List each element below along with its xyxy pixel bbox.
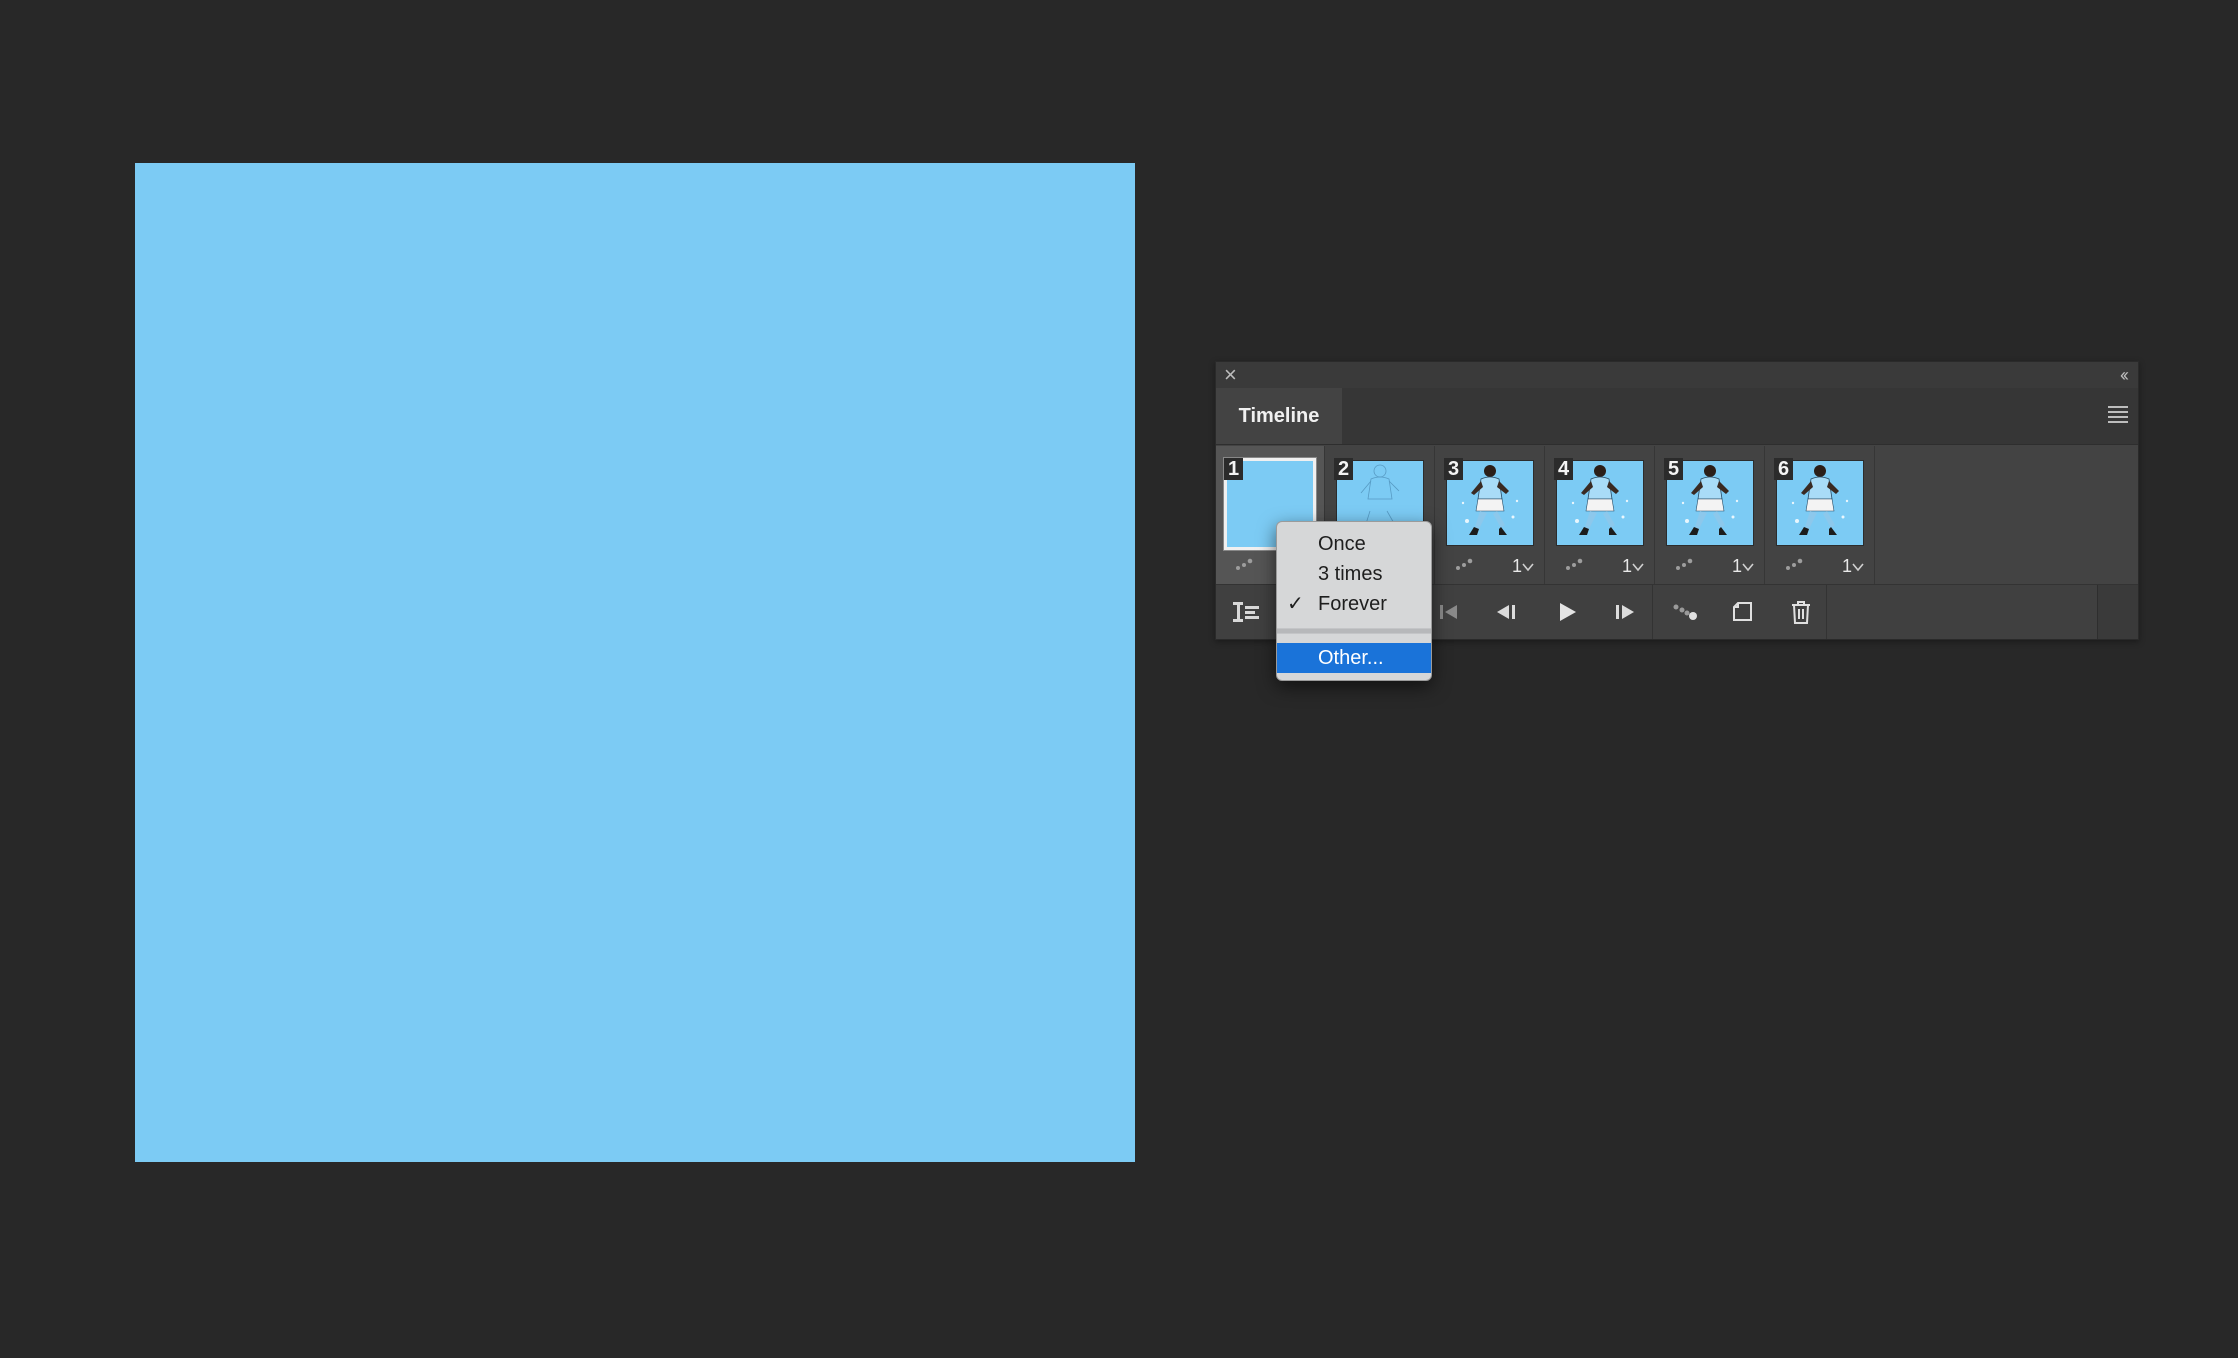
close-icon[interactable]: × [1224,364,1237,386]
frame-number: 4 [1554,458,1574,480]
document-canvas[interactable] [135,163,1135,1162]
panel-menu-icon[interactable] [2108,406,2128,426]
next-frame-icon[interactable] [1610,597,1640,627]
collapse-icon[interactable]: ‹‹ [2120,364,2129,386]
frame-number: 6 [1774,458,1794,480]
chevron-down-icon [1852,559,1864,575]
menu-item-label: Other... [1318,647,1384,669]
frame-delay-value: 1 [1731,556,1742,576]
tab-timeline[interactable]: Timeline [1216,388,1342,444]
frame-delay-dropdown[interactable]: 1 [1622,556,1644,577]
frame-number: 5 [1664,458,1684,480]
frame-number: 1 [1224,458,1244,480]
select-first-frame-icon[interactable] [1434,597,1464,627]
panel-title-bar: × ‹‹ [1216,362,2138,388]
menu-item-other[interactable]: Other... [1277,643,1431,673]
menu-item-3-times[interactable]: 3 times [1277,559,1431,589]
frame-4[interactable]: 4 1 [1546,446,1655,584]
menu-separator [1277,628,1431,634]
frame-6[interactable]: 6 1 [1766,446,1875,584]
menu-item-forever[interactable]: ✓ Forever [1277,589,1431,619]
convert-to-video-timeline-icon[interactable] [1232,597,1262,627]
frame-5[interactable]: 5 1 [1656,446,1765,584]
frame-delay-dropdown[interactable]: 1 [1842,556,1864,577]
frame-delay-value: 1 [1621,556,1632,576]
frame-delay-value: 1 [1511,556,1522,576]
play-icon[interactable] [1552,597,1582,627]
tween-dots-icon [1234,556,1256,575]
checkmark-icon: ✓ [1287,593,1304,615]
duplicate-frame-icon[interactable] [1728,597,1758,627]
looping-options-menu: Once 3 times ✓ Forever Other... [1276,521,1432,681]
tween-dots-icon [1564,556,1586,575]
menu-item-label: Forever [1318,593,1387,615]
delete-frame-icon[interactable] [1786,597,1816,627]
chevron-down-icon [1632,559,1644,575]
frame-delay-dropdown[interactable]: 1 [1512,556,1534,577]
frame-delay-value: 1 [1841,556,1852,576]
panel-tab-bar: Timeline [1216,388,2138,445]
frame-number: 3 [1444,458,1464,480]
frame-delay-dropdown[interactable]: 1 [1732,556,1754,577]
menu-item-once[interactable]: Once [1277,529,1431,559]
frame-number: 2 [1334,458,1354,480]
tween-dots-icon [1454,556,1476,575]
chevron-down-icon [1522,559,1534,575]
previous-frame-icon[interactable] [1492,597,1522,627]
frame-3[interactable]: 3 1 [1436,446,1545,584]
tween-icon[interactable] [1670,597,1700,627]
toolbar-resize-area [2097,585,2138,639]
menu-item-label: Once [1318,533,1366,555]
menu-item-label: 3 times [1318,563,1383,585]
chevron-down-icon [1742,559,1754,575]
tween-dots-icon [1674,556,1696,575]
tween-dots-icon [1784,556,1806,575]
